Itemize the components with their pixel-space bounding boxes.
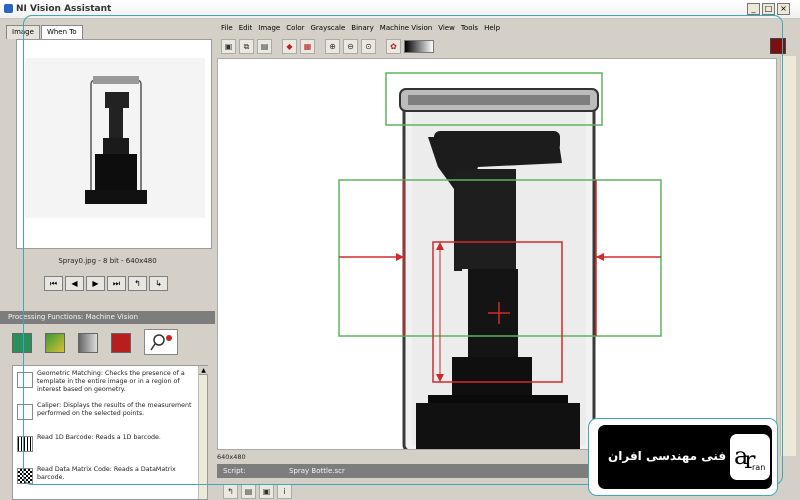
close-button[interactable]: × bbox=[777, 3, 790, 15]
binary-category-icon[interactable] bbox=[111, 333, 131, 353]
image-info: Spray0.jpg - 8 bit - 640x480 bbox=[58, 257, 157, 265]
image-category-icon[interactable] bbox=[12, 333, 32, 353]
script-label: Script: bbox=[223, 467, 246, 475]
menu-grayscale[interactable]: Grayscale bbox=[311, 22, 346, 35]
menu-help[interactable]: Help bbox=[484, 22, 500, 35]
image-navigation: ⏮ ◀ ▶ ⏭ ↰ ↳ bbox=[44, 276, 168, 291]
datamatrix-icon bbox=[17, 468, 33, 484]
minimize-button[interactable]: _ bbox=[747, 3, 760, 15]
geometric-matching-icon bbox=[17, 372, 33, 388]
function-list-scrollbar[interactable]: ▲ bbox=[198, 366, 208, 499]
color-icon[interactable]: ◆ bbox=[282, 38, 297, 54]
menu-bar: File Edit Image Color Grayscale Binary M… bbox=[217, 22, 777, 35]
menu-color[interactable]: Color bbox=[286, 22, 304, 35]
app-icon bbox=[4, 4, 13, 13]
spray-bottle-image bbox=[218, 59, 776, 449]
function-category-bar bbox=[0, 329, 215, 357]
tab-image[interactable]: Image bbox=[6, 25, 40, 39]
stop-icon[interactable] bbox=[770, 38, 786, 54]
svg-text:ran: ran bbox=[752, 463, 765, 472]
menu-binary[interactable]: Binary bbox=[351, 22, 374, 35]
zoom-fit-icon[interactable]: ⊙ bbox=[361, 38, 376, 54]
new-script-icon[interactable]: ↰ bbox=[223, 483, 238, 499]
tab-when-to[interactable]: When To bbox=[40, 25, 83, 39]
machine-vision-category-icon[interactable] bbox=[144, 329, 178, 355]
redo-image-button[interactable]: ↳ bbox=[149, 276, 168, 291]
image-preview bbox=[16, 39, 212, 249]
bottle-thumbnail bbox=[25, 58, 205, 218]
acquire-icon[interactable]: ⧉ bbox=[239, 38, 254, 54]
list-item[interactable]: Geometric Matching: Checks the presence … bbox=[13, 370, 207, 398]
grid-icon[interactable]: ▦ bbox=[300, 38, 315, 54]
prev-image-button[interactable]: ◀ bbox=[65, 276, 84, 291]
save-icon[interactable]: ▤ bbox=[257, 38, 272, 54]
menu-view[interactable]: View bbox=[438, 22, 455, 35]
barcode-icon bbox=[17, 436, 33, 452]
scroll-up-icon[interactable]: ▲ bbox=[199, 366, 208, 375]
script-name: Spray Bottle.scr bbox=[289, 467, 345, 475]
open-icon[interactable]: ▣ bbox=[221, 38, 236, 54]
left-panel: Image When To Spray0.jpg - 8 bit - 640x4… bbox=[0, 19, 215, 500]
menu-file[interactable]: File bbox=[221, 22, 233, 35]
processing-functions-header: Processing Functions: Machine Vision bbox=[0, 311, 215, 324]
palette-icon[interactable]: ✿ bbox=[386, 38, 401, 54]
grayscale-category-icon[interactable] bbox=[78, 333, 98, 353]
maximize-button[interactable]: □ bbox=[762, 3, 775, 15]
zoom-out-icon[interactable]: ⊖ bbox=[343, 38, 358, 54]
left-tabs: Image When To bbox=[6, 25, 84, 39]
function-description: Geometric Matching: Checks the presence … bbox=[37, 370, 185, 393]
title-bar: NI Vision Assistant _ □ × bbox=[0, 0, 800, 19]
logo-mark: a r ran bbox=[730, 434, 770, 480]
list-item[interactable]: Read Data Matrix Code: Reads a DataMatri… bbox=[13, 466, 207, 494]
function-description: Read 1D Barcode: Reads a 1D barcode. bbox=[37, 434, 161, 441]
menu-image[interactable]: Image bbox=[258, 22, 280, 35]
company-logo-card: شرکت فنی مهندسی افران a r ran bbox=[588, 418, 778, 496]
undo-image-button[interactable]: ↰ bbox=[128, 276, 147, 291]
list-item[interactable]: Caliper: Displays the results of the mea… bbox=[13, 402, 207, 430]
info-icon[interactable]: i bbox=[277, 483, 292, 499]
company-logo: شرکت فنی مهندسی افران a r ran bbox=[598, 425, 772, 489]
canvas-scrollbar[interactable] bbox=[780, 56, 796, 456]
image-resolution: 640x480 2/1 bbox=[217, 453, 246, 473]
menu-edit[interactable]: Edit bbox=[239, 22, 253, 35]
function-description: Read Data Matrix Code: Reads a DataMatri… bbox=[37, 466, 176, 481]
last-image-button[interactable]: ⏭ bbox=[107, 276, 126, 291]
menu-tools[interactable]: Tools bbox=[461, 22, 478, 35]
main-toolbar: ▣ ⧉ ▤ ◆ ▦ ⊕ ⊖ ⊙ ✿ bbox=[217, 36, 777, 56]
color-category-icon[interactable] bbox=[45, 333, 65, 353]
image-canvas[interactable] bbox=[217, 58, 777, 450]
zoom-in-icon[interactable]: ⊕ bbox=[325, 38, 340, 54]
menu-machine-vision[interactable]: Machine Vision bbox=[380, 22, 432, 35]
first-image-button[interactable]: ⏮ bbox=[44, 276, 63, 291]
vision-assistant-window: NI Vision Assistant _ □ × Image When To bbox=[0, 0, 800, 500]
open-script-icon[interactable]: ▤ bbox=[241, 483, 256, 499]
save-script-icon[interactable]: ▣ bbox=[259, 483, 274, 499]
caliper-icon bbox=[17, 404, 33, 420]
next-image-button[interactable]: ▶ bbox=[86, 276, 105, 291]
window-title: NI Vision Assistant bbox=[16, 4, 112, 14]
function-list: Geometric Matching: Checks the presence … bbox=[12, 365, 208, 500]
function-description: Caliper: Displays the results of the mea… bbox=[37, 402, 192, 417]
grayscale-palette[interactable] bbox=[404, 39, 434, 53]
list-item[interactable]: Read 1D Barcode: Reads a 1D barcode. bbox=[13, 434, 207, 462]
